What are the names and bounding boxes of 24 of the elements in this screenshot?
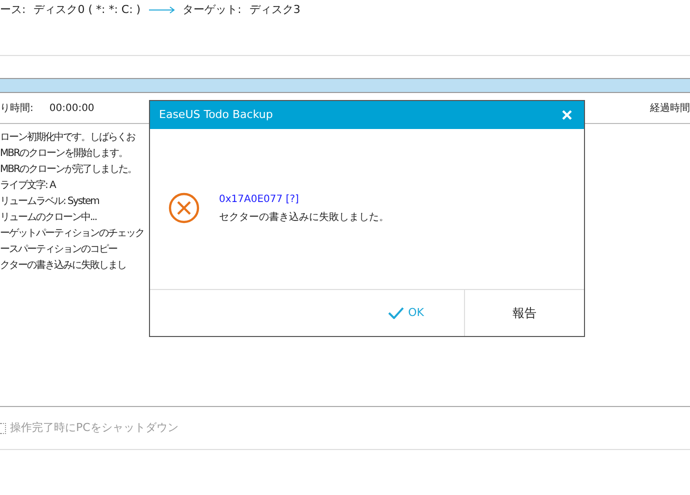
log-line: MBRのクローンが完了しました。 [0, 162, 136, 177]
source-label: ース: [0, 2, 26, 18]
log-line: リュームラベル: System [0, 195, 99, 209]
log-line: ライブ文字: A [0, 178, 56, 193]
target-value: ディスク3 [249, 2, 300, 18]
error-icon [168, 192, 200, 224]
log-line: MBRのクローンを開始します。 [0, 147, 128, 161]
elapsed-label: 経過時間 [650, 102, 690, 116]
check-icon [388, 307, 404, 319]
dialog-title: EaseUS Todo Backup [159, 106, 273, 123]
report-button[interactable]: 報告 [464, 290, 584, 336]
target-label: ターゲット: [182, 2, 242, 18]
log-line: ースパーティションのコピー [0, 243, 117, 257]
error-code-link[interactable]: 0x17A0E077 [?] [219, 192, 389, 206]
error-message: セクターの書き込みに失敗しました。 [219, 210, 389, 224]
log-line: リュームのクローン中... [0, 210, 97, 225]
close-icon [562, 110, 572, 120]
arrow-icon [148, 6, 175, 14]
log-line: クターの書き込みに失敗しまし [0, 258, 126, 273]
log-line: ーゲットパーティションのチェック [0, 227, 144, 241]
remaining-value: 00:00:00 [49, 102, 94, 116]
source-value: ディスク0 ( *: *: C: ) [34, 2, 141, 18]
log-line: ローン初期化中です。しばらくお [0, 130, 135, 145]
remaining-label: り時間: [0, 102, 34, 116]
